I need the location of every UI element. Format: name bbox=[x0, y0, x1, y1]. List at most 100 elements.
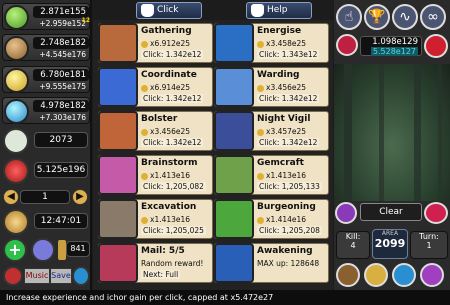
creature-icon[interactable] bbox=[424, 202, 448, 224]
hand-pointer-icon bbox=[141, 4, 154, 17]
gear-icon[interactable] bbox=[336, 263, 360, 287]
fist-icon bbox=[98, 111, 138, 151]
card-multiplier: x3.456e25 bbox=[257, 83, 306, 92]
currency-main: 1.098e129 bbox=[372, 37, 418, 47]
trophy-icon[interactable]: 🏆 bbox=[364, 4, 390, 30]
turn-box: Turn: 1 bbox=[410, 231, 448, 259]
turn-value: 1 bbox=[426, 241, 432, 250]
right-arrow-icon[interactable]: ▶ bbox=[72, 189, 88, 205]
clock-icon bbox=[3, 209, 29, 235]
gem-icon bbox=[58, 240, 66, 260]
area-value: 2099 bbox=[374, 237, 406, 250]
resource-row-gold: 6.780e181 +9.555e175 bbox=[2, 66, 90, 93]
candelabra-icon bbox=[214, 111, 254, 151]
resource-row-wood: 2.748e182 +4.545e176 bbox=[2, 34, 90, 61]
resource-rate: +7.303e176 bbox=[39, 113, 86, 122]
card-click: Click: 1.342e12 bbox=[257, 138, 320, 147]
card-multiplier: x3.458e25 bbox=[257, 39, 306, 48]
palm-icon bbox=[214, 67, 254, 107]
resource-panel: 2.871e155 +2.959e152 12 2.748e182 +4.545… bbox=[0, 0, 92, 290]
left-arrow-icon[interactable]: ◀ bbox=[3, 189, 19, 205]
envelope-icon bbox=[98, 243, 138, 283]
card-title: Gathering bbox=[141, 26, 192, 36]
apple-icon bbox=[4, 5, 29, 30]
card-subtitle: MAX up: 128648 bbox=[257, 259, 320, 268]
gems-cluster-icon bbox=[214, 155, 254, 195]
tooth-icon[interactable] bbox=[3, 128, 29, 154]
resource-row-potion: 4.978e182 +7.303e176 bbox=[2, 97, 90, 124]
card-title: Gemcraft bbox=[257, 158, 304, 168]
card-energise[interactable]: Energise x3.458e25 Click: 1.343e12 bbox=[214, 23, 329, 63]
heart-icon[interactable] bbox=[424, 34, 448, 58]
leaf-icon bbox=[214, 199, 254, 239]
kill-label: Kill: bbox=[345, 232, 361, 241]
logs-icon bbox=[98, 23, 138, 63]
click-tab[interactable]: Click bbox=[136, 2, 202, 19]
status-footer: Increase experience and ichor gain per c… bbox=[0, 290, 450, 305]
save-button[interactable]: Save bbox=[50, 268, 72, 284]
card-multiplier: x3.456e25 bbox=[141, 127, 190, 136]
card-multiplier: x1.413e16 bbox=[257, 171, 306, 180]
blood-drop-icon bbox=[3, 158, 29, 184]
music-button[interactable]: Music bbox=[24, 268, 50, 284]
card-click: Click: 1,205,025 bbox=[141, 226, 206, 235]
card-multiplier: x3.457e25 bbox=[257, 127, 306, 136]
card-bolster[interactable]: Bolster x3.456e25 Click: 1.342e12 bbox=[98, 111, 213, 151]
card-title: Bolster bbox=[141, 114, 178, 124]
card-excavation[interactable]: Excavation x1.413e16 Click: 1,205,025 bbox=[98, 199, 213, 239]
card-next: Next: Full bbox=[141, 270, 181, 279]
card-title: Night Vigil bbox=[257, 114, 311, 124]
bat-icon[interactable] bbox=[335, 202, 357, 224]
card-multiplier: x6.914e25 bbox=[141, 83, 190, 92]
scroll-icon[interactable] bbox=[31, 238, 55, 262]
area-box: AREA 2099 bbox=[372, 229, 408, 259]
infinity-icon[interactable]: ∞ bbox=[420, 4, 446, 30]
currency-sub: 5.528e127 bbox=[370, 47, 418, 56]
clear-button[interactable]: Clear bbox=[360, 203, 422, 221]
upgrade-grid: Gathering x6.912e25 Click: 1.342e12 Ener… bbox=[93, 20, 333, 290]
card-click: Click: 1,205,133 bbox=[257, 182, 322, 191]
card-warding[interactable]: Warding x3.456e25 Click: 1.342e12 bbox=[214, 67, 329, 107]
resource-rate: +4.545e176 bbox=[39, 50, 86, 59]
kill-box: Kill: 4 bbox=[336, 231, 370, 259]
card-title: Warding bbox=[257, 70, 300, 80]
card-brainstorm[interactable]: Brainstorm x1.413e16 Click: 1,205,082 bbox=[98, 155, 213, 195]
card-awakening[interactable]: Awakening MAX up: 128648 bbox=[214, 243, 329, 283]
lightning-icon bbox=[214, 23, 254, 63]
music-mute-icon[interactable] bbox=[3, 266, 23, 286]
eye-icon bbox=[214, 243, 254, 283]
resource-value: 2.748e182 bbox=[33, 37, 89, 49]
resource-rate: +9.555e175 bbox=[39, 82, 86, 91]
help-tab[interactable]: Help bbox=[246, 2, 312, 19]
card-title: Coordinate bbox=[141, 70, 197, 80]
card-night-vigil[interactable]: Night Vigil x3.457e25 Click: 1.342e12 bbox=[214, 111, 329, 151]
card-click: Click: 1.343e12 bbox=[257, 50, 320, 59]
card-title: Energise bbox=[257, 26, 302, 36]
card-burgeoning[interactable]: Burgeoning x1.414e16 Click: 1,205,208 bbox=[214, 199, 329, 239]
swirl-icon[interactable] bbox=[420, 263, 444, 287]
card-click: Click: 1,205,082 bbox=[141, 182, 206, 191]
graph-icon[interactable]: ∿ bbox=[392, 4, 418, 30]
card-gemcraft[interactable]: Gemcraft x1.413e16 Click: 1,205,133 bbox=[214, 155, 329, 195]
mana-value: 5.125e196 bbox=[34, 162, 88, 178]
misc-counter: 2073 bbox=[34, 132, 88, 148]
turn-label: Turn: bbox=[419, 232, 439, 241]
add-icon[interactable]: + bbox=[3, 238, 27, 262]
card-title: Brainstorm bbox=[141, 158, 198, 168]
card-mail[interactable]: Mail: 5/5 Random reward! Next: Full bbox=[98, 243, 213, 283]
sun-icon[interactable] bbox=[364, 263, 388, 287]
hand-pointer-icon[interactable]: ☝ bbox=[336, 4, 362, 30]
card-gathering[interactable]: Gathering x6.912e25 Click: 1.342e12 bbox=[98, 23, 213, 63]
flask-icon bbox=[4, 99, 29, 124]
help-tab-label: Help bbox=[267, 5, 288, 15]
gems-count: 841 bbox=[66, 241, 90, 257]
save-disk-icon[interactable] bbox=[72, 266, 90, 286]
card-multiplier: x6.912e25 bbox=[141, 39, 190, 48]
card-coordinate[interactable]: Coordinate x6.914e25 Click: 1.342e12 bbox=[98, 67, 213, 107]
people-icon bbox=[98, 67, 138, 107]
card-click: Click: 1.342e12 bbox=[141, 50, 204, 59]
coins-icon bbox=[4, 68, 29, 93]
orb-icon[interactable] bbox=[392, 263, 416, 287]
rose-icon bbox=[336, 34, 358, 56]
card-multiplier: x1.413e16 bbox=[141, 215, 190, 224]
